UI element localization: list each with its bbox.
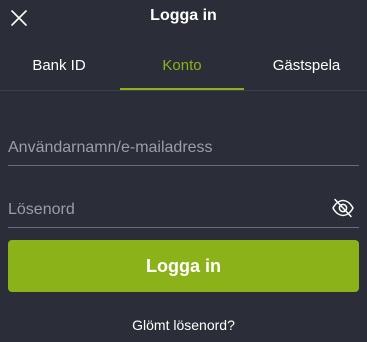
login-modal: Logga in Bank ID Konto Gästspela Logga i… (0, 0, 367, 342)
username-input[interactable] (8, 133, 318, 163)
tab-bank-id[interactable]: Bank ID (0, 42, 118, 90)
password-visibility-toggle[interactable] (331, 198, 355, 218)
password-input[interactable] (8, 195, 318, 225)
username-field (8, 133, 359, 166)
active-tab-indicator (120, 88, 244, 90)
login-button[interactable]: Logga in (8, 240, 359, 292)
forgot-password-link[interactable]: Glömt lösenord? (0, 317, 367, 333)
login-tabs: Bank ID Konto Gästspela (0, 42, 367, 91)
password-field (8, 195, 359, 228)
modal-header: Logga in (0, 0, 367, 36)
modal-title: Logga in (150, 7, 217, 24)
tab-konto[interactable]: Konto (120, 42, 244, 90)
tab-gastspela[interactable]: Gästspela (246, 42, 367, 90)
eye-slash-icon (332, 198, 354, 218)
